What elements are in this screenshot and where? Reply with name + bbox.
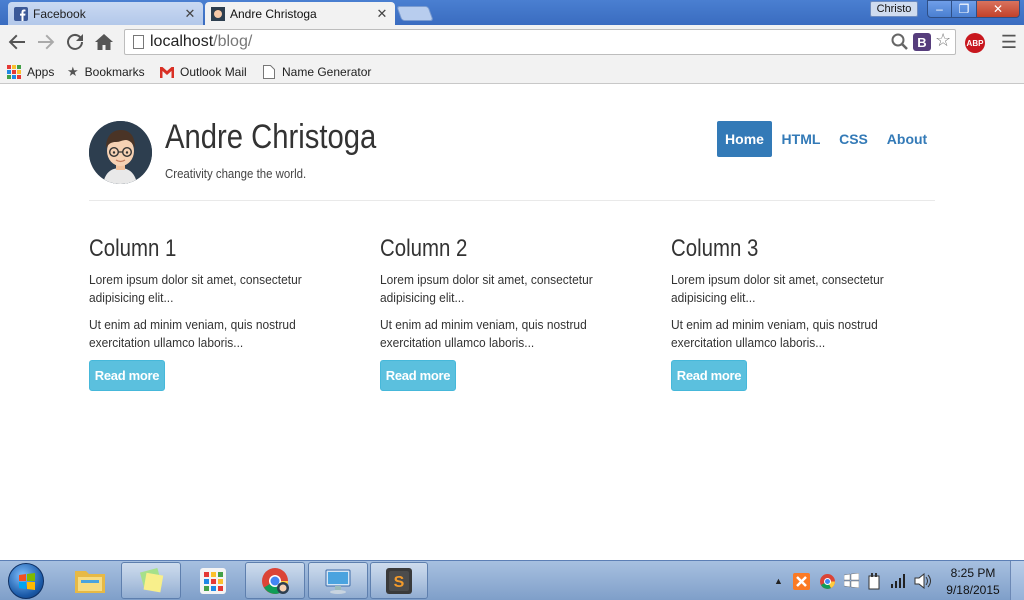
reload-icon [67,33,83,50]
url-host: localhost [150,33,214,50]
close-icon[interactable]: ✕ [375,6,389,22]
site-tagline: Creativity change the world. [165,166,307,181]
header-divider [89,200,935,201]
browser-toolbar: localhost/blog/ B ☆ ABP ☰ [0,25,1024,61]
site-title: Andre Christoga [165,118,377,156]
forward-arrow-icon [38,34,55,50]
close-window-button[interactable]: ✕ [976,0,1020,18]
column-heading: Column 2 [380,235,468,262]
chrome-icon [262,567,289,594]
volume-icon[interactable] [914,573,931,589]
bookmark-bookmarks[interactable]: ★ Bookmarks [67,63,145,81]
avatar-illustration-icon [89,121,152,184]
show-hidden-icons-icon[interactable]: ▲ [774,576,783,586]
bookmark-label: Apps [27,65,55,79]
start-button[interactable] [8,563,44,599]
bootstrap-extension-icon[interactable]: B [913,33,931,51]
taskbar-explorer[interactable] [62,562,118,599]
adblock-plus-icon[interactable]: ABP [965,33,985,53]
url-path: /blog/ [213,33,253,50]
bookmark-label: Bookmarks [84,65,145,79]
zoom-icon[interactable] [891,33,909,51]
taskbar-apps-launcher[interactable] [184,562,242,599]
menu-icon[interactable]: ☰ [998,31,1020,53]
column-1: Column 1 Lorem ipsum dolor sit amet, con… [89,235,354,391]
star-icon: ★ [67,64,79,79]
sublime-text-icon: S [386,567,412,594]
bookmark-label: Name Generator [282,65,372,79]
home-icon [95,34,113,50]
avatar [89,121,152,184]
svg-text:S: S [394,574,405,591]
bookmark-label: Outlook Mail [180,65,247,79]
taskbar-chrome[interactable] [245,562,305,599]
close-icon[interactable]: ✕ [183,6,197,22]
windows-taskbar: S ▲ 8:25 PM 9/18/2015 [0,560,1024,600]
clock-time: 8:25 PM [950,566,996,580]
home-button[interactable] [93,31,115,53]
profile-button[interactable]: Christo [870,1,918,17]
bookmark-apps[interactable]: Apps [7,63,54,81]
windows-flag-icon[interactable] [844,573,859,588]
remote-desktop-icon [325,569,351,594]
column-3: Column 3 Lorem ipsum dolor sit amet, con… [671,235,936,391]
taskbar-sublime-text[interactable]: S [370,562,428,599]
column-2: Column 2 Lorem ipsum dolor sit amet, con… [380,235,645,391]
column-text: Ut enim ad minim veniam, quis nostrud ex… [671,317,878,350]
column-text: Lorem ipsum dolor sit amet, consectetur … [671,272,884,305]
nav-html[interactable]: HTML [776,121,826,157]
taskbar-sticky-notes[interactable] [121,562,181,599]
nav-home[interactable]: Home [717,121,772,157]
column-text: Ut enim ad minim veniam, quis nostrud ex… [89,317,296,350]
tab-label: Andre Christoga [230,6,317,21]
signal-icon[interactable] [891,573,907,588]
minimize-button[interactable]: – [927,0,952,18]
back-button[interactable] [6,31,28,53]
apps-grid-icon [7,65,21,79]
nav-css[interactable]: CSS [832,121,875,157]
new-tab-button[interactable] [396,6,434,21]
bookmark-outlook-mail[interactable]: Outlook Mail [160,63,247,81]
forward-button[interactable] [35,31,57,53]
sticky-notes-icon [139,567,164,592]
url-text[interactable]: localhost/blog/ [150,33,252,51]
system-clock[interactable]: 8:25 PM 9/18/2015 [940,565,1006,599]
web-page: Andre Christoga Creativity change the wo… [0,85,1024,560]
column-heading: Column 3 [671,235,759,262]
read-more-button[interactable]: Read more [671,360,747,391]
explorer-icon [75,570,105,593]
gmail-icon [160,66,174,78]
chrome-tray-icon[interactable] [819,573,836,590]
power-icon[interactable] [867,573,882,590]
page-icon [263,65,275,79]
bookmark-name-generator[interactable]: Name Generator [263,63,371,81]
column-heading: Column 1 [89,235,177,262]
bookmarks-bar: Apps ★ Bookmarks Outlook Mail Name Gener… [0,61,1024,84]
tab-label: Facebook [33,6,86,21]
page-icon [133,35,144,49]
reload-button[interactable] [64,31,86,53]
facebook-icon [14,6,28,21]
column-text: Ut enim ad minim veniam, quis nostrud ex… [380,317,587,350]
bookmark-star-icon[interactable]: ☆ [935,30,951,51]
apps-launcher-icon [200,567,226,594]
taskbar-remote-desktop[interactable] [308,562,368,599]
show-desktop-button[interactable] [1010,561,1024,600]
read-more-button[interactable]: Read more [380,360,456,391]
restore-button[interactable]: ❐ [951,0,977,18]
windows-logo-icon [19,573,35,590]
browser-titlebar: Facebook ✕ Andre Christoga ✕ Christo – ❐… [0,0,1024,25]
column-text: Lorem ipsum dolor sit amet, consectetur … [380,272,593,305]
address-bar[interactable]: localhost/blog/ B ☆ [124,29,956,55]
tab-facebook[interactable]: Facebook ✕ [8,2,203,25]
back-arrow-icon [8,34,25,50]
tab-andre-christoga[interactable]: Andre Christoga ✕ [205,2,395,25]
nav-about[interactable]: About [883,121,931,157]
avatar-favicon-icon [211,6,225,21]
clock-date: 9/18/2015 [946,583,1000,597]
read-more-button[interactable]: Read more [89,360,165,391]
column-text: Lorem ipsum dolor sit amet, consectetur … [89,272,302,305]
xampp-icon[interactable] [793,573,810,590]
